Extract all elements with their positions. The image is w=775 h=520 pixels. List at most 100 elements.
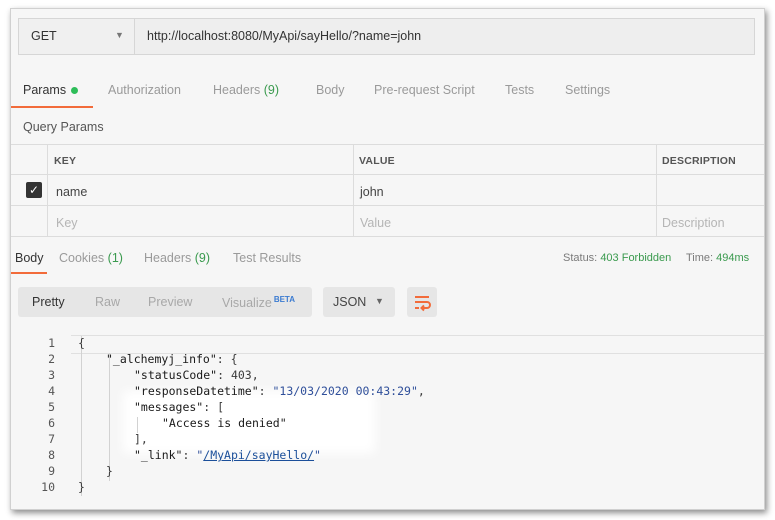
tab-body-label: Body <box>316 83 345 97</box>
tab-authorization-label: Authorization <box>108 83 181 97</box>
param-key-cell[interactable]: name <box>47 175 353 206</box>
json-punct: : <box>182 448 197 462</box>
tab-response-headers[interactable]: Headers (9) <box>144 251 210 265</box>
line-number: 10 <box>41 480 55 494</box>
tab-response-headers-label: Headers <box>144 251 192 265</box>
code-line-10: } <box>78 480 85 494</box>
format-raw[interactable]: Raw <box>95 295 120 309</box>
param-value-cell[interactable]: john <box>353 175 656 206</box>
active-response-tab-underline <box>11 272 47 274</box>
tab-response-body-label: Body <box>15 251 44 265</box>
new-key-cell[interactable]: Key <box>47 206 353 236</box>
response-tabs: Body Cookies (1) Headers (9) Test Result… <box>11 241 764 275</box>
beta-badge: BETA <box>273 295 295 304</box>
param-value: john <box>360 185 384 199</box>
tab-authorization[interactable]: Authorization <box>108 83 181 97</box>
tab-tests-label: Tests <box>505 83 535 97</box>
json-punct: , <box>417 384 425 398</box>
description-header-cell: DESCRIPTION <box>656 145 764 175</box>
status-value: 403 Forbidden <box>600 252 672 264</box>
tab-body[interactable]: Body <box>316 83 345 97</box>
param-description-cell[interactable] <box>656 175 764 206</box>
line-number: 8 <box>48 448 55 462</box>
params-active-dot-icon <box>71 87 79 95</box>
code-line-1: { <box>78 336 85 350</box>
key-column-header: KEY <box>54 155 77 167</box>
line-number: 4 <box>48 384 55 398</box>
json-punct: : [ <box>203 400 225 414</box>
value-column-header: VALUE <box>359 155 395 167</box>
query-params-title: Query Params <box>23 120 104 134</box>
tab-pre-request-script[interactable]: Pre-request Script <box>374 83 475 97</box>
tab-test-results[interactable]: Test Results <box>233 251 301 265</box>
json-string: "13/03/2020 00:43:29" <box>272 384 418 398</box>
new-description-cell[interactable]: Description <box>656 206 764 236</box>
time-label: Time: <box>686 252 714 264</box>
time-indicator: Time: 494ms <box>686 252 749 264</box>
url-input[interactable]: http://localhost:8080/MyApi/sayHello/?na… <box>147 29 421 43</box>
json-key: "messages" <box>134 400 204 414</box>
line-number: 9 <box>48 464 55 478</box>
format-toggle-group: Pretty Raw Preview Visualize BETA <box>18 287 312 317</box>
json-key: "_link" <box>134 448 183 462</box>
tab-cookies-label: Cookies <box>59 251 105 265</box>
indent-guide <box>137 417 138 433</box>
wrap-lines-button[interactable] <box>407 287 437 317</box>
param-key: name <box>56 185 88 199</box>
body-format-label: JSON <box>333 295 367 309</box>
json-quote: " <box>314 448 321 462</box>
json-punct: : <box>258 384 273 398</box>
method-select[interactable]: GET ▼ <box>19 19 135 54</box>
tab-cookies-count: (1) <box>107 251 123 265</box>
json-punct: : { <box>216 352 238 366</box>
tab-cookies[interactable]: Cookies (1) <box>59 251 123 265</box>
line-number: 7 <box>48 432 55 446</box>
tab-response-headers-count: (9) <box>194 251 211 265</box>
json-key: "statusCode" <box>134 368 218 382</box>
json-link[interactable]: /MyApi/sayHello/ <box>203 448 314 462</box>
response-body-viewer[interactable]: 1 2 3 4 5 6 7 8 9 10 { "_alchemyj_info":… <box>11 327 764 496</box>
value-placeholder: Value <box>360 216 392 230</box>
code-line-9: } <box>106 464 113 478</box>
method-label: GET <box>31 29 57 43</box>
table-row: ✓ name john <box>11 174 764 206</box>
tab-settings[interactable]: Settings <box>565 83 610 97</box>
indent-guide <box>109 353 110 481</box>
chevron-down-icon: ▼ <box>115 30 124 40</box>
key-placeholder: Key <box>56 216 78 230</box>
format-pretty[interactable]: Pretty <box>32 295 65 309</box>
tab-tests[interactable]: Tests <box>505 83 534 97</box>
code-line-5: "messages": [ <box>134 400 224 414</box>
tab-headers-label: Headers <box>213 83 261 97</box>
line-number: 5 <box>48 400 55 414</box>
tab-params[interactable]: Params <box>23 83 79 97</box>
description-column-header: DESCRIPTION <box>662 155 736 167</box>
format-preview[interactable]: Preview <box>148 295 192 309</box>
wrap-lines-icon <box>415 296 431 312</box>
chevron-down-icon: ▼ <box>375 296 384 306</box>
code-line-4: "responseDatetime": "13/03/2020 00:43:29… <box>134 384 425 398</box>
body-format-select[interactable]: JSON ▼ <box>323 287 395 317</box>
line-number: 1 <box>48 336 55 350</box>
tab-pre-request-script-label: Pre-request Script <box>374 83 475 97</box>
table-header-row: KEY VALUE DESCRIPTION <box>11 144 764 175</box>
key-header-cell: KEY <box>47 145 353 175</box>
status-indicator: Status: 403 Forbidden <box>563 252 671 264</box>
description-placeholder: Description <box>662 216 725 230</box>
json-key: "_alchemyj_info" <box>106 352 217 366</box>
param-enabled-checkbox[interactable]: ✓ <box>26 182 42 198</box>
tab-headers[interactable]: Headers (9) <box>213 83 279 97</box>
code-line-3: "statusCode": 403, <box>134 368 259 382</box>
api-client-window: GET ▼ http://localhost:8080/MyApi/sayHel… <box>10 8 765 510</box>
format-visualize[interactable]: Visualize BETA <box>222 295 295 310</box>
new-value-cell[interactable]: Value <box>353 206 656 236</box>
json-string: "Access is denied" <box>162 416 287 430</box>
tab-settings-label: Settings <box>565 83 611 97</box>
tab-response-body[interactable]: Body <box>15 251 44 265</box>
code-line-8: "_link": "/MyApi/sayHello/" <box>134 448 321 462</box>
line-number: 2 <box>48 352 55 366</box>
indent-guide <box>81 336 82 496</box>
tab-test-results-label: Test Results <box>233 251 302 265</box>
request-url-bar: GET ▼ http://localhost:8080/MyApi/sayHel… <box>18 18 755 55</box>
table-row-new: Key Value Description <box>11 205 764 237</box>
